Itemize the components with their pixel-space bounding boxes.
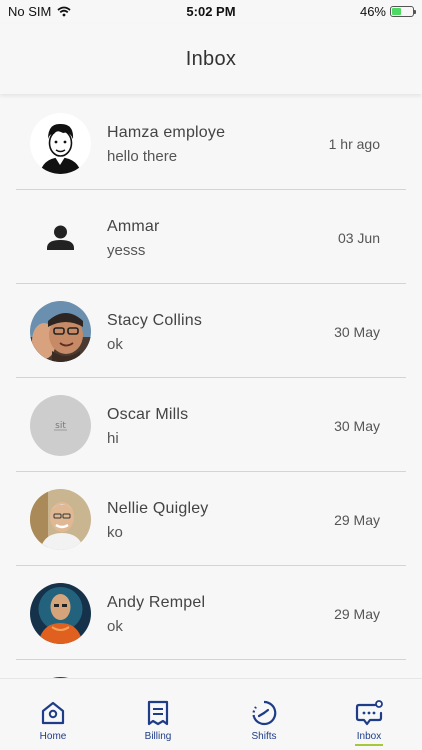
contact-name: Nellie Quigley bbox=[107, 500, 209, 517]
conversation-row[interactable]: Stacy Collins ok 30 May bbox=[16, 284, 406, 378]
battery-percent: 46% bbox=[359, 4, 386, 19]
avatar-placeholder-text: sit bbox=[55, 421, 66, 431]
contact-name: Ammar bbox=[107, 218, 160, 235]
message-time: 29 May bbox=[334, 512, 380, 528]
header: Inbox bbox=[0, 24, 422, 94]
avatar-cartoon-icon bbox=[30, 113, 91, 174]
status-time: 5:02 PM bbox=[186, 4, 236, 19]
message-preview: ok bbox=[107, 618, 123, 635]
message-preview: hello there bbox=[107, 148, 178, 165]
contact-name: Hamza employe bbox=[107, 124, 226, 141]
contact-name: Oscar Mills bbox=[107, 406, 189, 423]
battery-icon bbox=[390, 6, 416, 17]
message-time: 1 hr ago bbox=[328, 136, 380, 152]
placeholder-avatar: sit bbox=[30, 395, 91, 456]
conversation-row[interactable]: Ammar yesss 03 Jun bbox=[16, 190, 406, 284]
message-preview: yesss bbox=[107, 242, 146, 259]
message-time: 03 Jun bbox=[337, 230, 380, 246]
contact-name: Stacy Collins bbox=[107, 312, 203, 329]
conversation-row[interactable]: Nellie Quigley ko 29 May bbox=[16, 472, 406, 566]
tab-shifts[interactable]: Shifts bbox=[224, 679, 304, 750]
message-time: 30 May bbox=[334, 324, 380, 340]
conversation-row-partial[interactable] bbox=[16, 660, 406, 678]
message-preview: ko bbox=[107, 524, 123, 541]
avatar-photo bbox=[30, 583, 91, 644]
status-right: 46% bbox=[359, 4, 416, 19]
home-icon bbox=[41, 701, 65, 725]
conversation-row[interactable]: Andy Rempel ok 29 May bbox=[16, 566, 406, 660]
message-time: 29 May bbox=[334, 606, 380, 622]
message-preview: hi bbox=[107, 430, 119, 447]
avatar-photo bbox=[30, 489, 91, 550]
tab-inbox[interactable]: Inbox bbox=[329, 679, 409, 750]
tab-home[interactable]: Home bbox=[13, 679, 93, 750]
tab-bar: Home Billing Shifts Inbox bbox=[0, 678, 422, 750]
inbox-icon bbox=[355, 700, 383, 726]
status-bar: No SIM 5:02 PM 46% bbox=[0, 0, 422, 24]
tab-billing[interactable]: Billing bbox=[118, 679, 198, 750]
active-tab-indicator bbox=[355, 744, 383, 746]
conversation-row[interactable]: Hamza employe hello there 1 hr ago bbox=[16, 96, 406, 190]
message-preview: ok bbox=[107, 336, 123, 353]
battery-fill bbox=[392, 8, 402, 15]
conversation-list[interactable]: Hamza employe hello there 1 hr ago Ammar… bbox=[0, 96, 422, 678]
avatar-photo bbox=[30, 301, 91, 362]
shifts-icon bbox=[252, 700, 277, 726]
billing-icon bbox=[147, 700, 169, 726]
conversation-row[interactable]: sit Oscar Mills hi 30 May bbox=[16, 378, 406, 472]
tab-label: Billing bbox=[144, 731, 172, 742]
contact-name: Andy Rempel bbox=[107, 594, 206, 611]
message-time: 30 May bbox=[334, 418, 380, 434]
tab-label: Home bbox=[39, 731, 67, 742]
page-title: Inbox bbox=[185, 47, 237, 70]
tab-label: Shifts bbox=[251, 731, 277, 742]
tab-label: Inbox bbox=[356, 731, 382, 742]
default-person-icon bbox=[30, 207, 91, 268]
